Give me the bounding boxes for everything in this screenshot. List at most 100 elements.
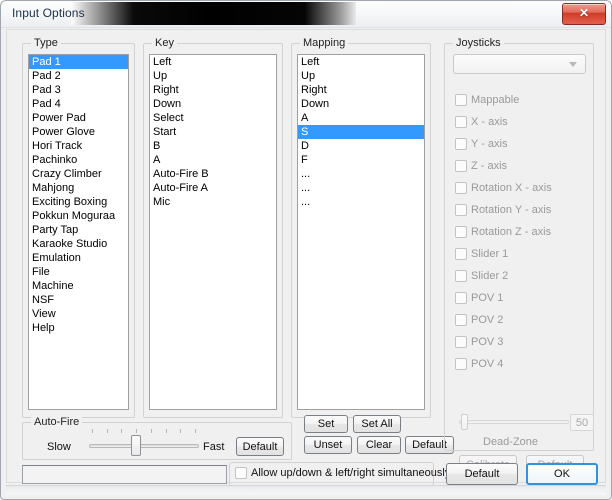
- mapping-list-item[interactable]: S: [298, 125, 424, 139]
- joystick-checkbox-label: X - axis: [471, 116, 508, 128]
- mapping-list-item[interactable]: Left: [298, 55, 424, 69]
- type-list-item[interactable]: Power Pad: [29, 111, 128, 125]
- type-list-item[interactable]: Power Glove: [29, 125, 128, 139]
- deadzone-slider-track[interactable]: [459, 420, 569, 424]
- window-title: Input Options: [12, 6, 85, 20]
- key-list-item[interactable]: A: [150, 153, 276, 167]
- checkbox-box-icon: [455, 336, 467, 348]
- autofire-slider-track[interactable]: [89, 444, 199, 448]
- key-list-item[interactable]: Start: [150, 125, 276, 139]
- checkbox-box-icon: [455, 160, 467, 172]
- key-listbox[interactable]: Left Up Right Down Select Start B A Auto-Fire BA…: [149, 54, 277, 410]
- key-list-item[interactable]: Mic: [150, 195, 276, 209]
- joystick-checkbox-rotation-z-axis[interactable]: Rotation Z - axis: [455, 226, 551, 238]
- mapping-list-item[interactable]: Down: [298, 97, 424, 111]
- joystick-checkbox-label: Rotation X - axis: [471, 182, 552, 194]
- type-list-item[interactable]: View: [29, 307, 128, 321]
- joystick-checkbox-pov-4[interactable]: POV 4: [455, 358, 503, 370]
- type-list-item[interactable]: Hori Track: [29, 139, 128, 153]
- type-list-item[interactable]: Pokkun Moguraa: [29, 209, 128, 223]
- checkbox-box-icon: [455, 138, 467, 150]
- joystick-checkbox-label: Mappable: [471, 94, 520, 106]
- joystick-select[interactable]: [453, 54, 586, 74]
- chevron-down-icon: [569, 62, 577, 67]
- type-list-item[interactable]: Pad 3: [29, 83, 128, 97]
- joystick-checkbox-slider-1[interactable]: Slider 1: [455, 248, 508, 260]
- type-list-item[interactable]: Exciting Boxing: [29, 195, 128, 209]
- type-list-item[interactable]: Help: [29, 321, 128, 335]
- key-list-item[interactable]: Auto-Fire B: [150, 167, 276, 181]
- checkbox-box-icon: [455, 314, 467, 326]
- autofire-fast-label: Fast: [203, 441, 225, 453]
- joystick-checkbox-mappable[interactable]: Mappable: [455, 94, 519, 106]
- type-list-item[interactable]: Pad 2: [29, 69, 128, 83]
- type-list-item[interactable]: Karaoke Studio: [29, 237, 128, 251]
- type-list-item[interactable]: Pachinko: [29, 153, 128, 167]
- key-list-item[interactable]: Right: [150, 83, 276, 97]
- mapping-list-item[interactable]: F: [298, 153, 424, 167]
- deadzone-slider-thumb[interactable]: [461, 414, 468, 430]
- key-list-item[interactable]: B: [150, 139, 276, 153]
- type-list-item[interactable]: Machine: [29, 279, 128, 293]
- autofire-slow-label: Slow: [47, 441, 71, 453]
- type-list-item[interactable]: Mahjong: [29, 181, 128, 195]
- joystick-checkbox-slider-2[interactable]: Slider 2: [455, 270, 508, 282]
- joystick-checkbox-pov-1[interactable]: POV 1: [455, 292, 503, 304]
- type-list-item[interactable]: Emulation: [29, 251, 128, 265]
- close-button[interactable]: ✕: [562, 3, 606, 25]
- joystick-checkbox-pov-2[interactable]: POV 2: [455, 314, 503, 326]
- mapping-group-label: Mapping: [300, 37, 349, 49]
- deadzone-label: Dead-Zone: [483, 436, 539, 448]
- autofire-slider-thumb[interactable]: [131, 435, 141, 456]
- type-list-item[interactable]: Pad 4: [29, 97, 128, 111]
- key-list-item[interactable]: Select: [150, 111, 276, 125]
- unset-button[interactable]: Unset: [304, 436, 352, 454]
- mapping-listbox[interactable]: Left Up Right Down A S D F.........: [297, 54, 425, 410]
- joystick-checkbox-label: Rotation Y - axis: [471, 204, 552, 216]
- status-text-field[interactable]: [22, 465, 227, 484]
- key-list-item[interactable]: Auto-Fire A: [150, 181, 276, 195]
- type-list-item[interactable]: Party Tap: [29, 223, 128, 237]
- checkbox-box-icon: [455, 204, 467, 216]
- mapping-list-item[interactable]: Up: [298, 69, 424, 83]
- joystick-checkbox-z-axis[interactable]: Z - axis: [455, 160, 507, 172]
- title-bar: Input Options ✕: [1, 1, 611, 28]
- joystick-checkbox-label: POV 2: [471, 314, 504, 326]
- joystick-checkbox-x-axis[interactable]: X - axis: [455, 116, 508, 128]
- checkbox-box-icon: [455, 94, 467, 106]
- dialog-client-area: Type Pad 1 Pad 2 Pad 3 Pad 4 Power Pad Power …: [6, 29, 606, 486]
- set-all-button[interactable]: Set All: [353, 415, 401, 433]
- type-list-item[interactable]: Crazy Climber: [29, 167, 128, 181]
- mapping-list-item[interactable]: ...: [298, 181, 424, 195]
- joystick-checkbox-rotation-y-axis[interactable]: Rotation Y - axis: [455, 204, 551, 216]
- type-list-item[interactable]: Pad 1: [29, 55, 128, 69]
- allow-simultaneous-checkbox[interactable]: Allow up/down & left/right simultaneousl…: [235, 467, 450, 479]
- joystick-checkbox-label: Z - axis: [471, 160, 508, 172]
- checkbox-box-icon: [455, 358, 467, 370]
- input-options-dialog: Input Options ✕ Type Pad 1 Pad 2 Pad 3 Pad …: [0, 0, 612, 500]
- type-list-item[interactable]: File: [29, 265, 128, 279]
- mapping-list-item[interactable]: A: [298, 111, 424, 125]
- key-list-item[interactable]: Down: [150, 97, 276, 111]
- key-list-item[interactable]: Up: [150, 69, 276, 83]
- set-button[interactable]: Set: [304, 415, 348, 433]
- allow-simultaneous-label: Allow up/down & left/right simultaneousl…: [251, 467, 451, 479]
- dialog-default-button[interactable]: Default: [446, 463, 518, 485]
- joystick-checkbox-rotation-x-axis[interactable]: Rotation X - axis: [455, 182, 552, 194]
- type-list-item[interactable]: NSF: [29, 293, 128, 307]
- joystick-checkbox-label: Slider 1: [471, 248, 509, 260]
- autofire-default-button[interactable]: Default: [236, 437, 284, 456]
- mapping-list-item[interactable]: Right: [298, 83, 424, 97]
- joystick-checkbox-label: POV 3: [471, 336, 504, 348]
- checkbox-box-icon: [455, 182, 467, 194]
- mapping-list-item[interactable]: ...: [298, 167, 424, 181]
- close-icon: ✕: [578, 6, 590, 20]
- mapping-list-item[interactable]: ...: [298, 195, 424, 209]
- type-listbox[interactable]: Pad 1 Pad 2 Pad 3 Pad 4 Power Pad Power Glove…: [28, 54, 129, 410]
- joystick-checkbox-pov-3[interactable]: POV 3: [455, 336, 503, 348]
- joystick-checkbox-y-axis[interactable]: Y - axis: [455, 138, 507, 150]
- ok-button[interactable]: OK: [526, 463, 598, 485]
- key-list-item[interactable]: Left: [150, 55, 276, 69]
- clear-button[interactable]: Clear: [357, 436, 401, 454]
- mapping-list-item[interactable]: D: [298, 139, 424, 153]
